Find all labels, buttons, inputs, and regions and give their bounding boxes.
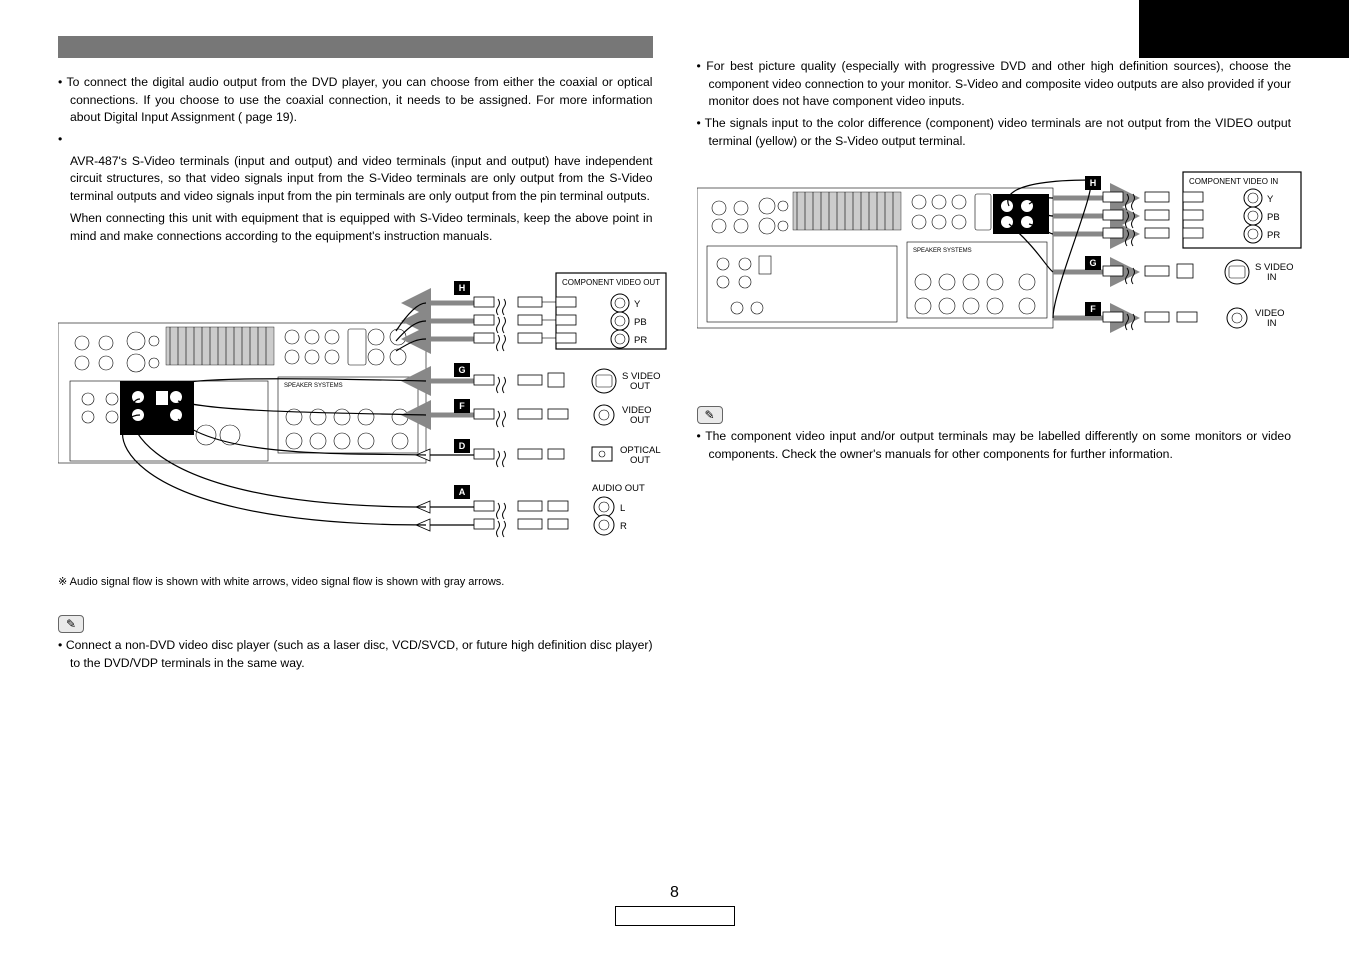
- tag-F: F: [454, 399, 470, 413]
- tag-G-right: G: [1085, 256, 1101, 270]
- svg-text:PB: PB: [634, 317, 647, 328]
- svg-text:F: F: [1090, 304, 1096, 314]
- left-bullet-2b: When connecting this unit with equipment…: [58, 210, 653, 245]
- svg-text:OUT: OUT: [630, 455, 650, 466]
- left-note: Connect a non-DVD video disc player (suc…: [58, 637, 653, 672]
- svg-text:Y: Y: [1267, 194, 1274, 205]
- dvd-output-panel: COMPONENT VIDEO OUT Y PB PR: [518, 273, 666, 535]
- left-bullet-1-text: To connect the digital audio output from…: [67, 75, 653, 124]
- receiver-back-panel: SPEAKER SYSTEMS: [58, 323, 426, 463]
- svg-text:L: L: [620, 503, 625, 514]
- svg-text:D: D: [459, 441, 466, 451]
- svg-text:G: G: [1089, 258, 1096, 268]
- left-bullet-2a: AVR-487's S-Video terminals (input and o…: [58, 153, 653, 206]
- left-note-block: Connect a non-DVD video disc player (suc…: [58, 637, 653, 672]
- svg-text:SPEAKER SYSTEMS: SPEAKER SYSTEMS: [284, 383, 343, 389]
- svg-text:OUT: OUT: [630, 415, 650, 426]
- page: To connect the digital audio output from…: [0, 0, 1349, 954]
- tag-A: A: [454, 485, 470, 499]
- svg-text:Y: Y: [634, 299, 641, 310]
- svg-text:PR: PR: [634, 335, 647, 346]
- svg-text:COMPONENT VIDEO IN: COMPONENT VIDEO IN: [1189, 177, 1278, 186]
- page-number: 8: [615, 884, 735, 902]
- left-heading-bar: [58, 36, 653, 58]
- svg-text:IN: IN: [1267, 318, 1277, 329]
- right-column: For best picture quality (especially wit…: [697, 36, 1292, 685]
- section-tab: [1139, 0, 1349, 58]
- right-bullets: For best picture quality (especially wit…: [697, 58, 1292, 150]
- right-diagram: SPEAKER SYSTEMS: [697, 168, 1292, 388]
- svg-text:H: H: [1089, 178, 1096, 188]
- right-bullet-1: For best picture quality (especially wit…: [697, 58, 1292, 111]
- svg-text:PR: PR: [1267, 230, 1280, 241]
- svg-text:H: H: [459, 283, 466, 293]
- right-bullet-2: The signals input to the color differenc…: [697, 115, 1292, 150]
- page-footer: 8: [615, 884, 735, 926]
- left-footnote: ※ Audio signal flow is shown with white …: [58, 575, 653, 591]
- svg-text:IN: IN: [1267, 272, 1277, 283]
- left-bullet-1: To connect the digital audio output from…: [58, 74, 653, 127]
- monitor-input-panel: COMPONENT VIDEO IN Y PB PR S VIDEO IN VI…: [1145, 172, 1301, 329]
- left-bullets: To connect the digital audio output from…: [58, 74, 653, 245]
- svg-text:COMPONENT VIDEO OUT: COMPONENT VIDEO OUT: [562, 278, 660, 287]
- tag-H: H: [454, 281, 470, 295]
- left-diagram: SPEAKER SYSTEMS: [58, 263, 653, 563]
- columns: To connect the digital audio output from…: [58, 36, 1291, 685]
- tag-F-right: F: [1085, 302, 1101, 316]
- footer-box: [615, 906, 735, 926]
- svg-text:R: R: [620, 521, 627, 532]
- plugs-left: [474, 297, 494, 529]
- tag-G: G: [454, 363, 470, 377]
- receiver-back-panel-right: SPEAKER SYSTEMS: [697, 188, 1053, 328]
- right-note-block: The component video input and/or output …: [697, 428, 1292, 463]
- note-icon: ✎: [58, 615, 84, 633]
- left-column: To connect the digital audio output from…: [58, 36, 653, 685]
- svg-text:A: A: [459, 487, 466, 497]
- cable-breaks: [497, 299, 506, 537]
- svg-text:SPEAKER SYSTEMS: SPEAKER SYSTEMS: [913, 248, 972, 254]
- tag-D: D: [454, 439, 470, 453]
- svg-text:AUDIO OUT: AUDIO OUT: [592, 483, 645, 494]
- right-note: The component video input and/or output …: [697, 428, 1292, 463]
- svg-text:F: F: [459, 401, 465, 411]
- tag-H-right: H: [1085, 176, 1101, 190]
- svg-text:G: G: [458, 365, 465, 375]
- left-bullet-2: [58, 131, 653, 149]
- svg-text:OUT: OUT: [630, 381, 650, 392]
- note-icon-right: ✎: [697, 406, 723, 424]
- svg-text:PB: PB: [1267, 212, 1280, 223]
